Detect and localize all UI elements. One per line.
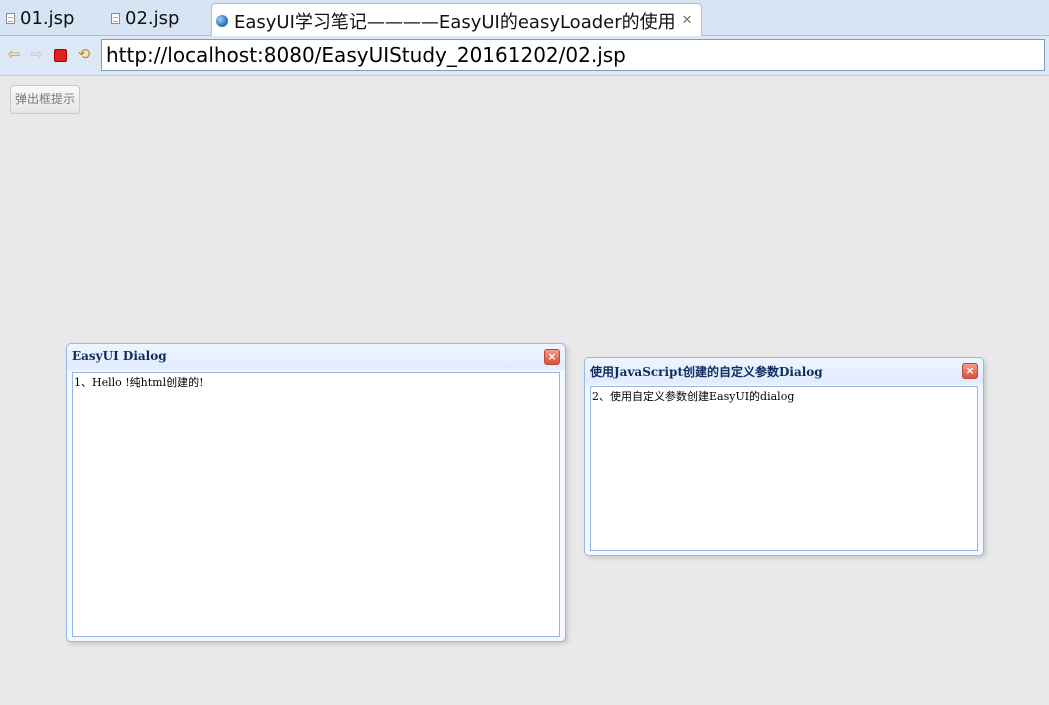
tab-label: 01.jsp (20, 7, 75, 29)
back-icon[interactable]: ⇦ (6, 46, 22, 62)
page-content: 弹出框提示 EasyUI Dialog × 1、Hello !纯html创建的!… (0, 76, 1049, 705)
tab-02-jsp[interactable]: 02.jsp (111, 2, 179, 34)
browser-toolbar: ⇦ ⇨ ⟲ http://localhost:8080/EasyUIStudy_… (0, 36, 1049, 76)
forward-icon[interactable]: ⇨ (29, 46, 45, 62)
file-icon (6, 12, 15, 24)
dialog-body: 1、Hello !纯html创建的! (72, 372, 560, 637)
editor-tab-bar: 01.jsp 02.jsp EasyUI学习笔记————EasyUI的easyL… (0, 0, 1049, 37)
tab-label: 02.jsp (125, 7, 180, 29)
stop-icon[interactable] (54, 49, 67, 62)
globe-icon (216, 14, 228, 27)
tab-browser-page[interactable]: EasyUI学习笔记————EasyUI的easyLoader的使用 ✕ (211, 3, 702, 37)
dialog-title: EasyUI Dialog (72, 349, 167, 363)
close-tab-icon[interactable]: ✕ (682, 13, 693, 28)
easyui-dialog: EasyUI Dialog × 1、Hello !纯html创建的! (66, 343, 566, 642)
url-input[interactable]: http://localhost:8080/EasyUIStudy_201612… (101, 39, 1045, 71)
javascript-dialog: 使用JavaScript创建的自定义参数Dialog × 2、使用自定义参数创建… (584, 357, 984, 556)
close-icon[interactable]: × (544, 349, 560, 365)
refresh-icon[interactable]: ⟲ (76, 46, 92, 62)
file-icon (111, 12, 120, 24)
popup-button[interactable]: 弹出框提示 (10, 85, 80, 114)
dialog-body: 2、使用自定义参数创建EasyUI的dialog (590, 386, 978, 551)
tab-label: EasyUI学习笔记————EasyUI的easyLoader的使用 (234, 11, 676, 33)
close-icon[interactable]: × (962, 363, 978, 379)
tab-01-jsp[interactable]: 01.jsp (6, 2, 74, 34)
dialog-title: 使用JavaScript创建的自定义参数Dialog (590, 365, 823, 379)
